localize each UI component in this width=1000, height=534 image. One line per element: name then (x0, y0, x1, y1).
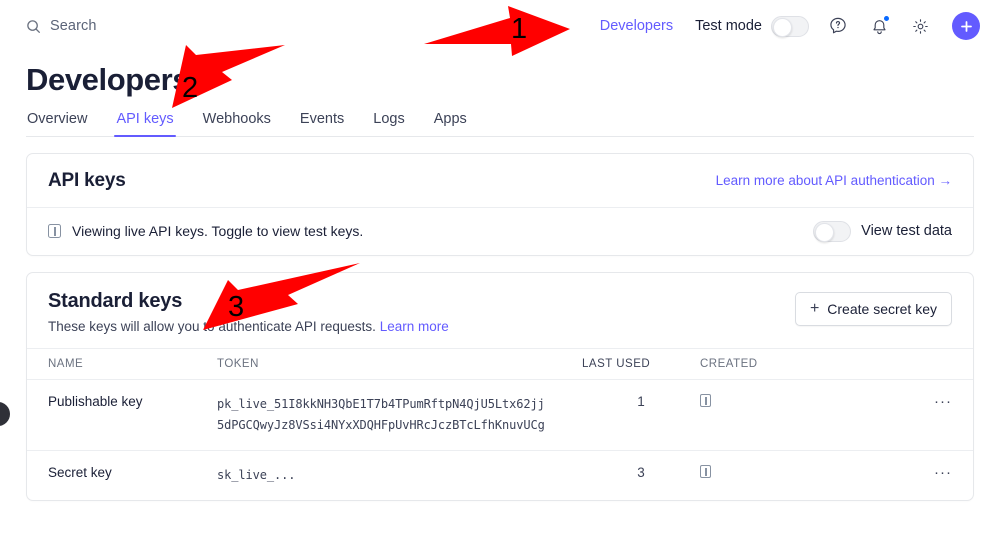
add-icon[interactable] (952, 12, 980, 40)
key-actions-cell: ··· (820, 379, 973, 451)
tab-webhooks[interactable]: Webhooks (203, 111, 271, 136)
search-placeholder-text: Search (50, 18, 97, 34)
notification-dot (883, 15, 890, 22)
key-actions-cell: ··· (820, 450, 973, 500)
table-row: Publishable key pk_live_51I8kkNH3QbE1T7b… (27, 379, 973, 451)
table-row: Secret key sk_live_... 3 ··· (27, 450, 973, 500)
row-overflow-menu-button[interactable]: ··· (934, 464, 952, 481)
key-name: Publishable key (27, 379, 217, 451)
search-input[interactable]: Search (26, 18, 97, 34)
tab-overview[interactable]: Overview (27, 111, 87, 136)
main-content: API keys Learn more about API authentica… (0, 152, 1000, 501)
notifications-icon[interactable] (867, 14, 891, 38)
key-name: Secret key (48, 464, 112, 480)
column-header-token: TOKEN (217, 347, 582, 380)
key-token[interactable]: sk_live_... (217, 450, 582, 500)
standard-keys-title: Standard keys (48, 289, 183, 312)
api-keys-table: NAME TOKEN LAST USED CREATED Publishable… (27, 347, 973, 500)
key-last-used: 3 (637, 464, 645, 480)
view-test-data-toggle[interactable] (813, 220, 852, 242)
tab-events[interactable]: Events (300, 111, 344, 136)
page-header: Developers Overview API keys Webhooks Ev… (0, 52, 1000, 137)
column-header-name: NAME (27, 347, 217, 380)
column-header-last-used: LAST USED (582, 347, 700, 380)
api-keys-card: API keys Learn more about API authentica… (26, 152, 974, 256)
view-test-data-label: View test data (861, 223, 952, 240)
info-box-icon (48, 224, 61, 239)
learn-more-api-auth-link[interactable]: Learn more about API authentication → (716, 173, 952, 188)
key-token[interactable]: pk_live_51I8kkNH3QbE1T7b4TPumRftpN4QjU5L… (217, 379, 582, 451)
live-keys-notice-text: Viewing live API keys. Toggle to view te… (72, 223, 364, 240)
box-glyph-icon (700, 393, 711, 407)
page-title: Developers (26, 62, 190, 97)
key-token-line-2[interactable]: 5dPGCQwyJz8VSsi4NYxXDQHFpUvHRcJczBTcLfhK… (217, 415, 582, 436)
column-header-created: CREATED (700, 347, 820, 380)
test-mode-control: Test mode (695, 15, 809, 37)
view-test-data-control: View test data (813, 220, 952, 242)
tab-api-keys[interactable]: API keys (114, 111, 176, 137)
standard-keys-header: Standard keys These keys will allow you … (27, 273, 973, 348)
settings-icon[interactable] (908, 14, 932, 38)
key-created (700, 450, 820, 500)
tab-logs[interactable]: Logs (373, 111, 404, 136)
standard-keys-subtitle-text: These keys will allow you to authenticat… (48, 318, 376, 334)
plus-icon: + (809, 299, 820, 317)
help-icon[interactable] (826, 14, 850, 38)
key-token-line-1[interactable]: pk_live_51I8kkNH3QbE1T7b4TPumRftpN4QjU5L… (217, 394, 582, 415)
standard-keys-learn-more-link[interactable]: Learn more (380, 319, 449, 334)
page-tabs: Overview API keys Webhooks Events Logs A… (26, 111, 974, 137)
tab-apps[interactable]: Apps (434, 111, 467, 136)
top-bar-actions: Developers Test mode (600, 12, 980, 40)
test-mode-label: Test mode (695, 18, 762, 34)
row-overflow-menu-button[interactable]: ··· (934, 393, 952, 410)
api-keys-card-header: API keys Learn more about API authentica… (27, 154, 973, 208)
top-navigation-bar: Search Developers Test mode (0, 0, 1000, 52)
test-mode-toggle[interactable] (771, 15, 809, 37)
key-token-line-1[interactable]: sk_live_... (217, 465, 582, 486)
key-last-used: 1 (582, 379, 700, 451)
key-created (700, 379, 820, 451)
standard-keys-card: Standard keys These keys will allow you … (26, 271, 974, 501)
api-keys-title: API keys (48, 169, 126, 191)
table-body: Publishable key pk_live_51I8kkNH3QbE1T7b… (27, 379, 973, 500)
live-keys-notice-row: Viewing live API keys. Toggle to view te… (27, 208, 973, 255)
table-header: NAME TOKEN LAST USED CREATED (27, 347, 973, 380)
standard-keys-heading-group: Standard keys These keys will allow you … (48, 290, 449, 334)
create-secret-key-button[interactable]: + Create secret key (794, 291, 952, 326)
box-glyph-icon (700, 464, 711, 478)
create-secret-key-label: Create secret key (827, 300, 937, 317)
standard-keys-subtitle: These keys will allow you to authenticat… (48, 319, 449, 334)
live-keys-notice: Viewing live API keys. Toggle to view te… (48, 223, 363, 239)
search-icon (26, 19, 41, 34)
table-header-row: NAME TOKEN LAST USED CREATED (27, 347, 973, 380)
developers-link[interactable]: Developers (600, 18, 673, 34)
column-header-actions (820, 347, 973, 380)
